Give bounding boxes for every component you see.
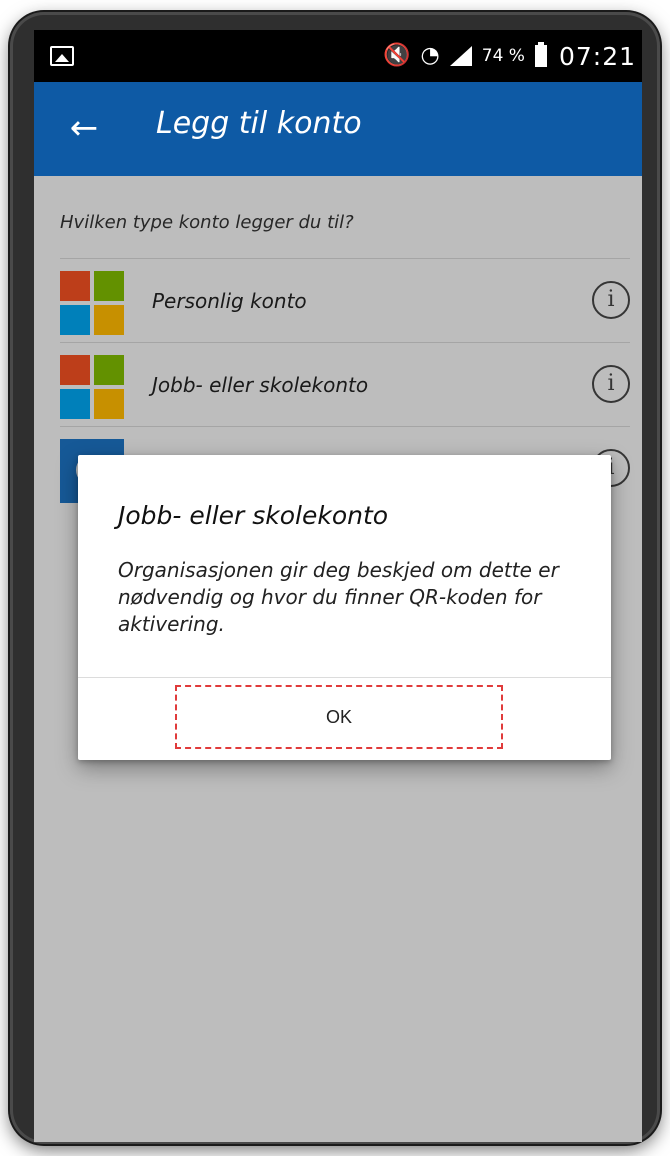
info-dialog: Jobb- eller skolekonto Organisasjonen gi…: [78, 455, 611, 760]
status-icons: 🔇 ◔ 74 % 07:21: [383, 30, 636, 82]
back-arrow-icon[interactable]: ←: [66, 110, 102, 146]
ok-button[interactable]: OK: [175, 685, 503, 749]
page-title: Legg til konto: [156, 106, 362, 141]
clock: 07:21: [558, 41, 636, 71]
battery-percent: 74 %: [481, 46, 525, 66]
wifi-icon: ◔: [420, 43, 440, 68]
dialog-title: Jobb- eller skolekonto: [118, 501, 389, 530]
mute-icon: 🔇: [383, 43, 411, 68]
battery-icon: [534, 42, 547, 67]
status-bar: 🔇 ◔ 74 % 07:21: [34, 30, 642, 82]
dialog-message: Organisasjonen gir deg beskjed om dette …: [118, 558, 559, 636]
signal-icon: [449, 46, 472, 66]
dialog-divider: [78, 677, 611, 678]
image-notification-icon: [50, 46, 74, 66]
app-bar: ← Legg til konto: [34, 82, 642, 176]
